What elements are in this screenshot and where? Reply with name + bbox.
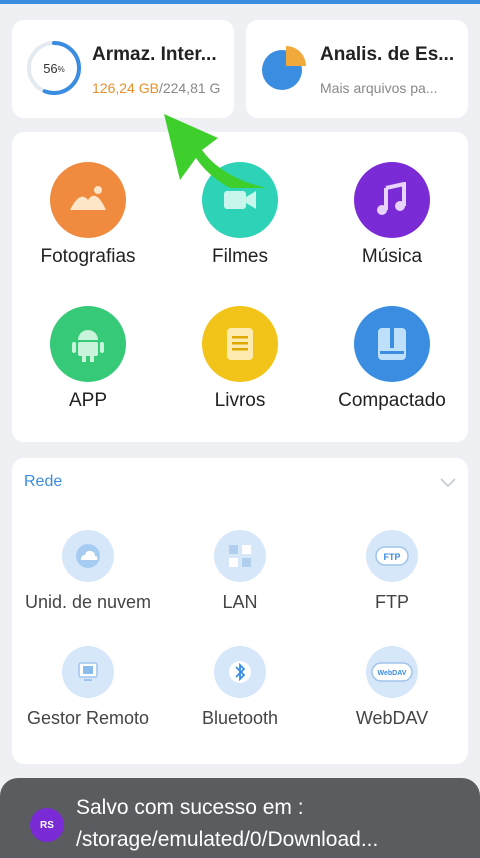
storage-title: Armaz. Inter... xyxy=(92,44,217,65)
pie-chart-icon xyxy=(262,46,306,90)
network-item-ftp[interactable]: FTP FTP xyxy=(317,530,467,613)
category-label: Fotografias xyxy=(40,246,136,267)
network-item-label: Bluetooth xyxy=(201,708,279,728)
book-icon xyxy=(202,306,278,382)
toast-message: Salvo com sucesso em : xyxy=(76,796,304,819)
analysis-title: Analis. de Es... xyxy=(320,44,455,65)
remote-icon xyxy=(62,646,114,698)
network-item-lan[interactable]: LAN xyxy=(165,530,315,613)
toast-path: /storage/emulated/0/Download... xyxy=(76,828,379,851)
storage-percent: 56% xyxy=(43,60,65,76)
category-label: APP xyxy=(68,390,108,411)
lan-icon xyxy=(214,530,266,582)
network-item-remote[interactable]: Gestor Remoto xyxy=(13,646,163,729)
category-label: Filmes xyxy=(212,246,268,267)
app-badge-icon: RS xyxy=(30,808,64,842)
internal-storage-card[interactable]: 56% Armaz. Inter... 126,24 GB/224,81 G xyxy=(12,20,234,118)
network-card: Rede Unid. de nuvem LAN FTP FTP Gestor R… xyxy=(12,458,468,764)
network-item-label: Unid. de nuvem xyxy=(24,592,152,612)
category-label: Compactado xyxy=(338,390,446,411)
top-accent-bar xyxy=(0,0,480,4)
network-item-label: FTP xyxy=(375,592,409,612)
network-item-label: Gestor Remoto xyxy=(26,708,150,728)
category-label: Livros xyxy=(214,390,266,411)
category-label: Música xyxy=(361,246,423,267)
category-archives[interactable]: Compactado xyxy=(317,306,467,412)
analysis-subtitle: Mais arquivos pa... xyxy=(320,80,438,96)
svg-text:FTP: FTP xyxy=(384,552,401,562)
storage-analysis-card[interactable]: Analis. de Es... Mais arquivos pa... xyxy=(246,20,468,118)
network-section-title: Rede xyxy=(24,473,63,490)
bluetooth-icon xyxy=(214,646,266,698)
svg-text:WebDAV: WebDAV xyxy=(378,670,407,677)
network-item-bluetooth[interactable]: Bluetooth xyxy=(165,646,315,729)
category-books[interactable]: Livros xyxy=(165,306,315,412)
ftp-icon: FTP xyxy=(366,530,418,582)
network-item-cloud[interactable]: Unid. de nuvem xyxy=(13,530,163,613)
archive-icon xyxy=(354,306,430,382)
music-icon xyxy=(354,162,430,238)
annotation-arrow-graphic xyxy=(164,114,268,188)
cloud-icon xyxy=(62,530,114,582)
network-item-webdav[interactable]: WebDAV WebDAV xyxy=(317,646,467,729)
save-success-toast: RS Salvo com sucesso em : /storage/emula… xyxy=(0,778,480,858)
category-apps[interactable]: APP xyxy=(13,306,163,412)
android-icon xyxy=(50,306,126,382)
category-music[interactable]: Música xyxy=(317,162,467,268)
category-photos[interactable]: Fotografias xyxy=(13,162,163,268)
webdav-icon: WebDAV xyxy=(366,646,418,698)
photo-icon xyxy=(50,162,126,238)
network-item-label: WebDAV xyxy=(355,708,429,728)
storage-usage-text: 126,24 GB/224,81 G xyxy=(92,80,221,96)
network-item-label: LAN xyxy=(222,592,258,612)
chevron-down-icon[interactable] xyxy=(440,478,456,488)
